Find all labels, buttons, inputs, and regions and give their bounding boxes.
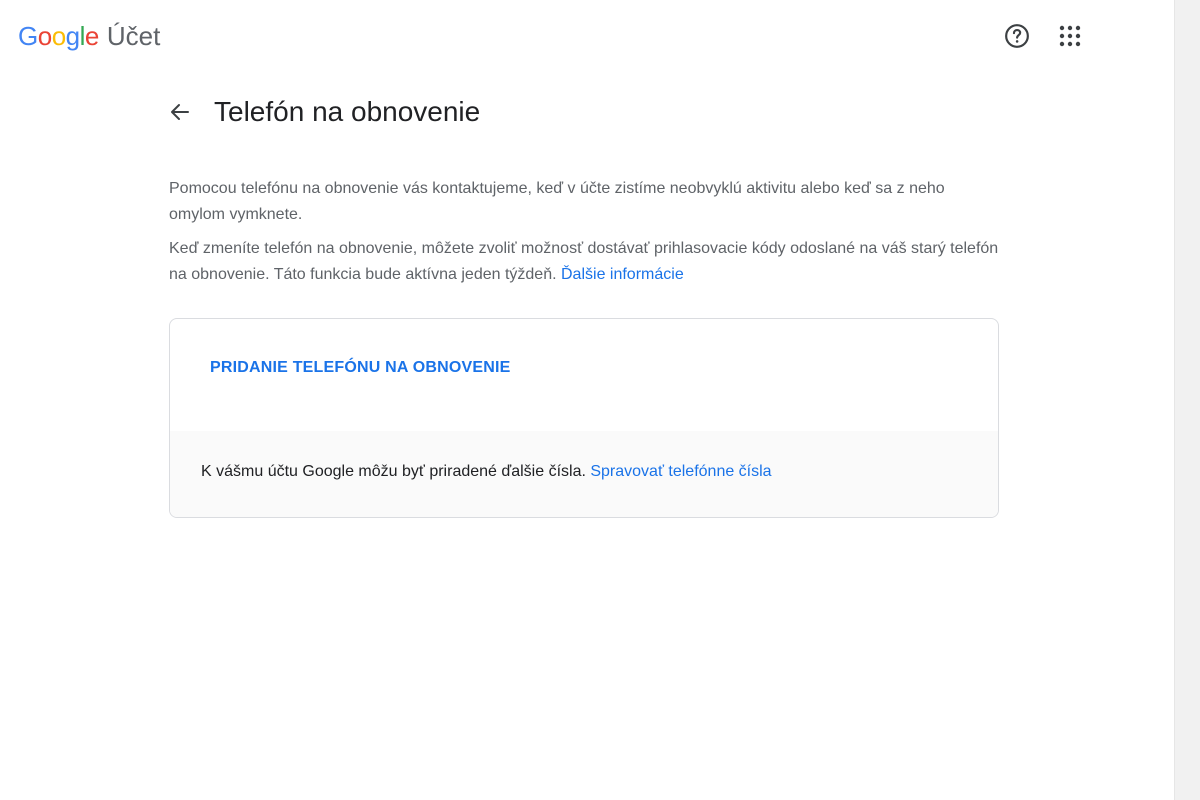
- back-button[interactable]: [160, 92, 200, 132]
- logo-letter: G: [18, 20, 38, 51]
- arrow-back-icon: [171, 104, 189, 120]
- card-note-text: K vášmu účtu Google môžu byť priradené ď…: [201, 463, 586, 480]
- apps-grid-icon: [1059, 25, 1081, 47]
- help-circle-icon: [1005, 24, 1029, 48]
- page-viewport: Google Účet Telefón na obnovenie Pomocou…: [0, 0, 1174, 800]
- description: Pomocou telefónu na obnovenie vás kontak…: [169, 176, 999, 296]
- apps-button[interactable]: [1050, 16, 1090, 56]
- product-name: Účet: [106, 20, 161, 51]
- scrollbar[interactable]: [1174, 0, 1200, 800]
- card-footer: K vášmu účtu Google môžu byť priradené ď…: [170, 431, 998, 517]
- page-title-row: Telefón na obnovenie: [160, 88, 480, 136]
- add-recovery-phone-button[interactable]: PRIDANIE TELEFÓNU NA OBNOVENIE: [210, 359, 511, 377]
- learn-more-link[interactable]: Ďalšie informácie: [561, 266, 684, 283]
- description-paragraph: Keď zmeníte telefón na obnovenie, môžete…: [169, 236, 999, 288]
- description-paragraph: Pomocou telefónu na obnovenie vás kontak…: [169, 180, 945, 223]
- logo-letter: o: [51, 20, 66, 51]
- card-note: K vášmu účtu Google môžu byť priradené ď…: [201, 463, 772, 481]
- recovery-phone-card: PRIDANIE TELEFÓNU NA OBNOVENIE K vášmu ú…: [169, 318, 999, 518]
- page-title: Telefón na obnovenie: [214, 96, 481, 127]
- logo-letter: g: [65, 20, 80, 51]
- header: Google Účet: [0, 0, 1174, 72]
- card-action-area: PRIDANIE TELEFÓNU NA OBNOVENIE: [170, 319, 998, 431]
- manage-phone-numbers-link[interactable]: Spravovať telefónne čísla: [590, 463, 771, 480]
- help-button[interactable]: [997, 16, 1037, 56]
- logo-letter: o: [37, 20, 52, 51]
- google-account-logo[interactable]: Google Účet: [18, 20, 160, 52]
- logo-letter: e: [84, 20, 99, 51]
